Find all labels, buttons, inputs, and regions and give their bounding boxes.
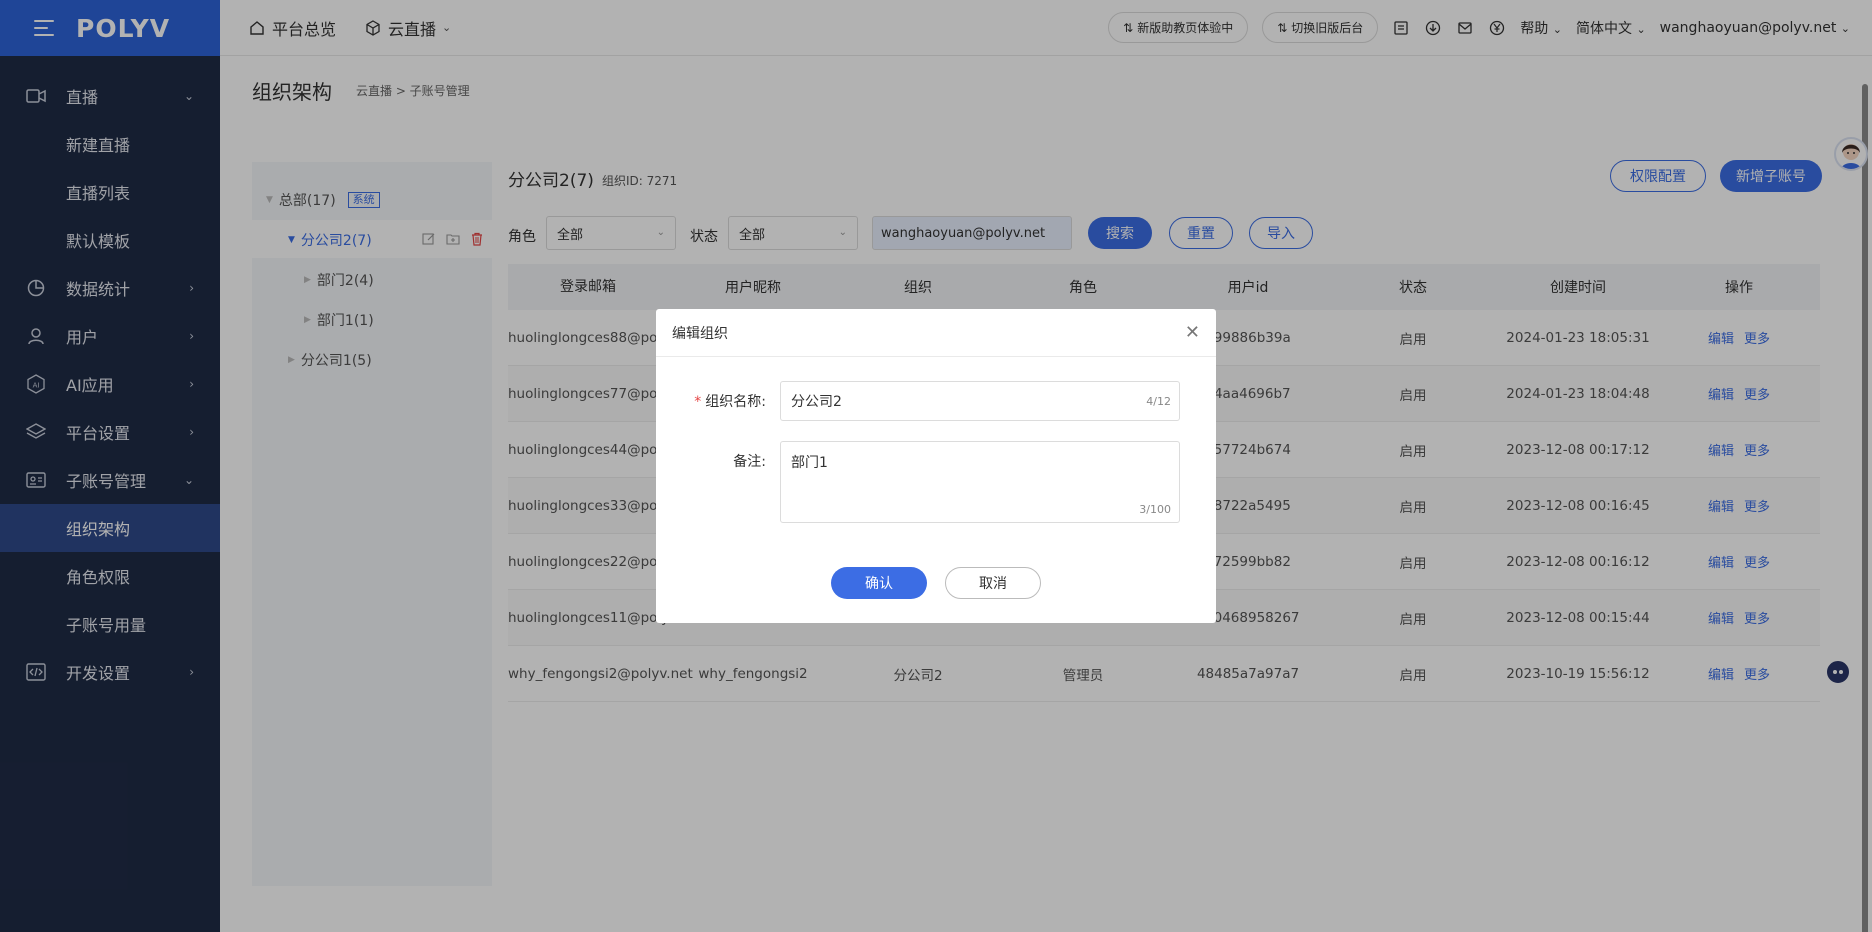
- note-char-count: 3/100: [1139, 503, 1171, 516]
- org-name-label: * 组织名称:: [656, 391, 766, 411]
- note-value: 部门1: [791, 455, 828, 471]
- dialog-title: 编辑组织: [656, 309, 1216, 357]
- note-textarea[interactable]: 部门1 3/100: [780, 441, 1180, 523]
- org-name-input[interactable]: 分公司2 4/12: [780, 381, 1180, 421]
- org-name-value: 分公司2: [791, 394, 842, 410]
- cancel-button[interactable]: 取消: [945, 567, 1041, 599]
- confirm-button[interactable]: 确认: [831, 567, 927, 599]
- required-asterisk: *: [694, 394, 702, 410]
- name-char-count: 4/12: [1146, 394, 1171, 408]
- org-name-label-text: 组织名称:: [705, 394, 766, 410]
- close-icon[interactable]: ✕: [1185, 322, 1200, 343]
- note-label: 备注:: [733, 454, 766, 470]
- edit-org-dialog: 编辑组织 ✕ * 组织名称: 分公司2 4/12 备注: 部门1 3/100 确认…: [656, 309, 1216, 623]
